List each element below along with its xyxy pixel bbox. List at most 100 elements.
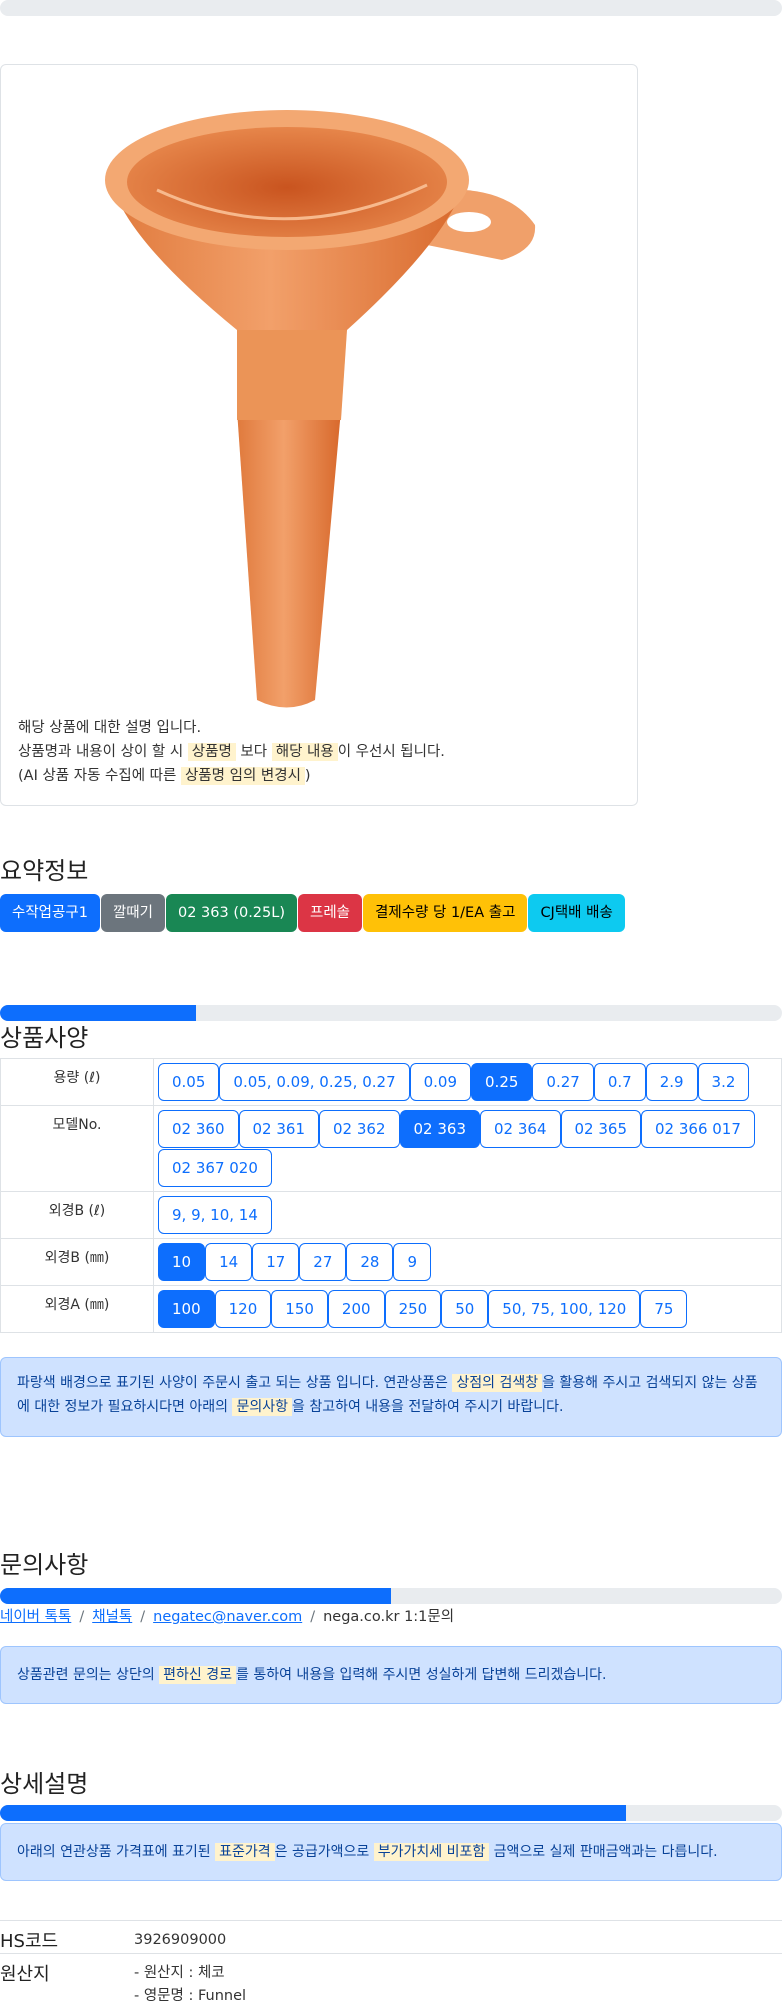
summary-title: 요약정보 [0, 857, 89, 885]
highlight-route: 편하신 경로 [159, 1666, 237, 1684]
notice-text: 아래의 연관상품 가격표에 표기된 [17, 1844, 216, 1860]
highlight-content: 해당 내용 [271, 743, 338, 761]
spec-row: 외경A (㎜) 100 120 150 200 250 50 50, 75, 100, 120… [0, 1285, 782, 1333]
spec-title: 상품사양 [0, 1024, 89, 1052]
hs-code-value: 3926909000 [134, 1932, 227, 1948]
hs-code-row: HS코드 3926909000 [0, 1920, 782, 1954]
spec-option-selected[interactable]: 10 [158, 1243, 206, 1281]
spec-options: 10 14 17 27 28 9 [153, 1238, 782, 1286]
spec-label: 외경B (㎜) [0, 1238, 154, 1286]
spec-option[interactable]: 3.2 [697, 1063, 750, 1101]
spec-option[interactable]: 17 [252, 1243, 300, 1281]
spec-option[interactable]: 0.7 [593, 1063, 646, 1101]
spec-option[interactable]: 02 366 017 [641, 1110, 755, 1148]
detail-notice: 아래의 연관상품 가격표에 표기된 표준가격 은 공급가액으로 부가가치세 비포함… [0, 1823, 782, 1881]
spec-options: 02 360 02 361 02 362 02 363 02 364 02 365 02 3… [153, 1105, 782, 1192]
spec-option[interactable]: 02 362 [319, 1110, 400, 1148]
detail-progress-fill [0, 1805, 626, 1821]
spec-option[interactable]: 250 [384, 1290, 442, 1328]
summary-badge: CJ택배 배송 [528, 894, 625, 932]
spec-option[interactable]: 14 [205, 1243, 253, 1281]
spec-option[interactable]: 50, 75, 100, 120 [488, 1290, 641, 1328]
origin-label: 원산지 [0, 1964, 50, 1985]
product-description: 해당 상품에 대한 설명 입니다. 상품명과 내용이 상이 할 시 상품명 보다… [18, 716, 445, 788]
spec-option[interactable]: 0.27 [532, 1063, 594, 1101]
spec-label: 외경B (ℓ) [0, 1191, 154, 1239]
spec-option[interactable]: 50 [441, 1290, 489, 1328]
spec-option[interactable]: 2.9 [645, 1063, 698, 1101]
summary-badge: 02 363 (0.25L) [165, 894, 297, 932]
spec-option[interactable]: 75 [640, 1290, 688, 1328]
spec-option[interactable]: 200 [327, 1290, 385, 1328]
spec-row: 모델No. 02 360 02 361 02 362 02 363 02 364 02 36… [0, 1105, 782, 1192]
notice-text: 상품관련 문의는 상단의 [17, 1667, 160, 1683]
spec-notice: 파랑색 배경으로 표기된 사양이 주문시 출고 되는 상품 입니다. 연관상품은… [0, 1357, 782, 1437]
spec-option[interactable]: 02 360 [158, 1110, 239, 1148]
description-line-3: (AI 상품 자동 수집에 따른 상품명 임의 변경시) [18, 764, 445, 788]
spec-option[interactable]: 0.09 [409, 1063, 472, 1101]
product-image [97, 90, 537, 714]
spec-option[interactable]: 02 367 020 [158, 1149, 272, 1187]
separator: / [140, 1609, 146, 1625]
spec-row: 용량 (ℓ) 0.05 0.05, 0.09, 0.25, 0.27 0.09 0.25… [0, 1058, 782, 1106]
spec-option[interactable]: 02 361 [238, 1110, 319, 1148]
spec-option-selected[interactable]: 0.25 [471, 1063, 533, 1101]
summary-badge: 결제수량 당 1/EA 출고 [363, 894, 528, 932]
inquiry-1to1-text: nega.co.kr 1:1문의 [323, 1609, 455, 1625]
description-text: 이 우선시 됩니다. [337, 744, 445, 760]
naver-talktalk-link[interactable]: 네이버 톡톡 [0, 1609, 71, 1625]
spec-option[interactable]: 9, 9, 10, 14 [158, 1196, 272, 1234]
inquiry-progress-fill [0, 1588, 391, 1604]
summary-badges: 수작업공구1 깔때기 02 363 (0.25L) 프레솔 결제수량 당 1/EA 출고… [0, 894, 625, 932]
spec-option[interactable]: 28 [346, 1243, 394, 1281]
spec-option[interactable]: 02 364 [480, 1110, 561, 1148]
spec-table: 용량 (ℓ) 0.05 0.05, 0.09, 0.25, 0.27 0.09 0.25… [0, 1058, 782, 1333]
detail-title: 상세설명 [0, 1770, 89, 1798]
spec-option-selected[interactable]: 100 [158, 1290, 215, 1328]
origin-value: - 원산지 : 체코 - 영문명 : Funnel [134, 1962, 246, 2008]
spec-progress [0, 1005, 782, 1021]
notice-text: 은 공급가액으로 [274, 1844, 374, 1860]
inquiry-title: 문의사항 [0, 1551, 89, 1579]
top-progress-track [0, 0, 782, 16]
description-text: 상품명과 내용이 상이 할 시 [18, 744, 188, 760]
spec-option[interactable]: 02 365 [560, 1110, 641, 1148]
notice-text: 파랑색 배경으로 표기된 사양이 주문시 출고 되는 상품 입니다. 연관상품은 [17, 1375, 453, 1391]
spec-label: 모델No. [0, 1105, 154, 1192]
highlight-product-name: 상품명 [187, 743, 236, 761]
spec-option-selected[interactable]: 02 363 [399, 1110, 480, 1148]
description-line-1: 해당 상품에 대한 설명 입니다. [18, 720, 202, 736]
email-link[interactable]: negatec@naver.com [153, 1609, 302, 1625]
origin-english-name: - 영문명 : Funnel [134, 1988, 247, 2004]
notice-text: 를 통하여 내용을 입력해 주시면 성실하게 답변해 드리겠습니다. [236, 1667, 607, 1683]
spec-option[interactable]: 120 [214, 1290, 272, 1328]
spec-option[interactable]: 9 [393, 1243, 432, 1281]
description-text: ) [304, 768, 311, 784]
origin-country: - 원산지 : 체코 [134, 1965, 225, 1981]
inquiry-notice: 상품관련 문의는 상단의 편하신 경로 를 통하여 내용을 입력해 주시면 성실하… [0, 1646, 782, 1704]
description-line-2: 상품명과 내용이 상이 할 시 상품명 보다 해당 내용 이 우선시 됩니다. [18, 740, 445, 764]
spec-option[interactable]: 0.05, 0.09, 0.25, 0.27 [219, 1063, 410, 1101]
separator: / [79, 1609, 85, 1625]
inquiry-links: 네이버 톡톡 / 채널톡 / negatec@naver.com / nega.co.kr … [0, 1605, 454, 1626]
product-card: 해당 상품에 대한 설명 입니다. 상품명과 내용이 상이 할 시 상품명 보다… [0, 64, 638, 806]
spec-options: 100 120 150 200 250 50 50, 75, 100, 120 75 [153, 1285, 782, 1333]
spec-option[interactable]: 27 [299, 1243, 347, 1281]
highlight-name-change: 상품명 임의 변경시 [180, 767, 305, 785]
funnel-image [105, 110, 536, 708]
channel-talk-link[interactable]: 채널톡 [92, 1609, 132, 1625]
spec-row: 외경B (ℓ) 9, 9, 10, 14 [0, 1191, 782, 1239]
highlight-inquiry: 문의사항 [232, 1398, 292, 1416]
highlight-standard-price: 표준가격 [215, 1843, 275, 1861]
notice-text: 을 참고하여 내용을 전달하여 주시기 바랍니다. [291, 1399, 564, 1415]
highlight-vat: 부가가치세 비포함 [373, 1843, 490, 1861]
spec-option[interactable]: 0.05 [158, 1063, 220, 1101]
description-text: 보다 [235, 744, 272, 760]
highlight-search: 상점의 검색창 [452, 1374, 543, 1392]
spec-label: 용량 (ℓ) [0, 1058, 154, 1106]
spec-options: 9, 9, 10, 14 [153, 1191, 782, 1239]
summary-badge: 깔때기 [100, 894, 165, 932]
spec-option[interactable]: 150 [271, 1290, 328, 1328]
hs-code-label: HS코드 [0, 1931, 59, 1952]
detail-progress [0, 1805, 782, 1821]
